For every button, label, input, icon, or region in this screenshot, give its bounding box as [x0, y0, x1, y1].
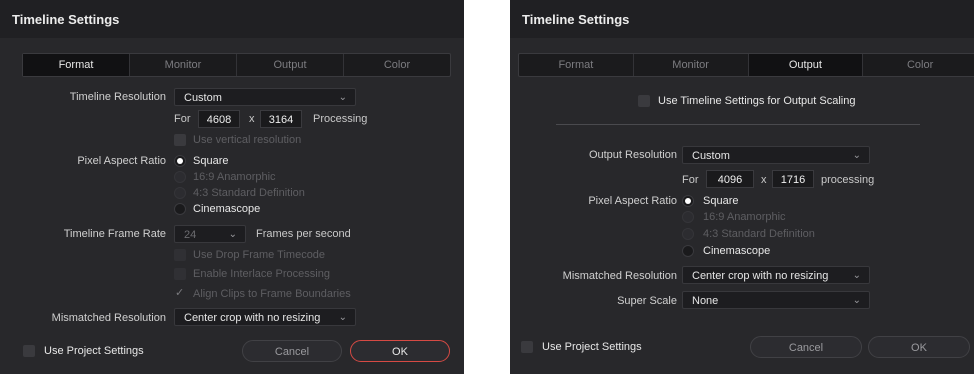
chevron-down-icon: ⌄ — [338, 92, 347, 103]
pixel-aspect-label: Pixel Aspect Ratio — [77, 155, 166, 167]
square-radio[interactable] — [174, 155, 186, 167]
timeline-settings-dialog-format: Timeline Settings Format Monitor Output … — [0, 0, 464, 374]
cancel-button[interactable]: Cancel — [242, 340, 342, 362]
mismatched-resolution-select[interactable]: Center crop with no resizing ⌄ — [682, 266, 870, 284]
times-label: x — [761, 174, 767, 186]
chevron-down-icon: ⌄ — [852, 295, 861, 306]
standard-definition-label: 4:3 Standard Definition — [703, 228, 815, 240]
use-project-settings-label: Use Project Settings — [542, 341, 642, 353]
times-label: x — [249, 113, 255, 125]
output-resolution-label: Output Resolution — [588, 149, 677, 161]
use-project-settings-label: Use Project Settings — [44, 345, 144, 357]
chevron-down-icon: ⌄ — [338, 312, 347, 323]
use-project-settings-checkbox[interactable] — [521, 341, 533, 353]
tab-color[interactable]: Color — [343, 54, 450, 76]
tab-output[interactable]: Output — [236, 54, 343, 76]
anamorphic-radio[interactable] — [682, 211, 694, 223]
tab-monitor[interactable]: Monitor — [129, 54, 236, 76]
tab-monitor[interactable]: Monitor — [632, 54, 748, 76]
processing-label: processing — [821, 174, 875, 186]
height-input[interactable]: 3164 — [260, 110, 302, 128]
cinemascope-label: Cinemascope — [703, 245, 771, 257]
timeline-resolution-label: Timeline Resolution — [69, 91, 166, 103]
pixel-aspect-label: Pixel Aspect Ratio — [588, 195, 677, 207]
cinemascope-radio[interactable] — [682, 245, 694, 257]
width-input[interactable]: 4608 — [198, 110, 240, 128]
tab-output[interactable]: Output — [747, 54, 863, 76]
square-label: Square — [193, 155, 229, 167]
drop-frame-checkbox[interactable] — [174, 249, 186, 261]
height-input[interactable]: 1716 — [772, 170, 814, 188]
use-project-settings-checkbox[interactable] — [23, 345, 35, 357]
cinemascope-label: Cinemascope — [193, 203, 261, 215]
use-timeline-settings-checkbox[interactable] — [638, 95, 650, 107]
standard-definition-radio[interactable] — [174, 187, 186, 199]
tab-color[interactable]: Color — [862, 54, 974, 76]
frame-rate-select[interactable]: 24 ⌄ — [174, 225, 246, 243]
chevron-down-icon: ⌄ — [228, 229, 237, 240]
settings-tabs: Format Monitor Output Color — [22, 53, 451, 77]
cancel-button[interactable]: Cancel — [750, 336, 862, 358]
anamorphic-label: 16:9 Anamorphic — [193, 171, 276, 183]
use-timeline-settings-label: Use Timeline Settings for Output Scaling — [658, 95, 856, 107]
dialog-titlebar: Timeline Settings — [510, 0, 974, 38]
ok-button[interactable]: OK — [350, 340, 450, 362]
dialog-title: Timeline Settings — [12, 12, 120, 27]
vertical-resolution-checkbox[interactable] — [174, 134, 186, 146]
align-clips-label: Align Clips to Frame Boundaries — [193, 288, 351, 300]
drop-frame-label: Use Drop Frame Timecode — [193, 249, 326, 261]
chevron-down-icon: ⌄ — [852, 150, 861, 161]
output-resolution-select[interactable]: Custom ⌄ — [682, 146, 870, 164]
processing-label: Processing — [313, 113, 368, 125]
mismatched-resolution-label: Mismatched Resolution — [562, 270, 677, 282]
vertical-resolution-label: Use vertical resolution — [193, 134, 302, 146]
output-resolution-value: Custom — [692, 150, 730, 162]
timeline-settings-dialog-output: Timeline Settings Format Monitor Output … — [510, 0, 974, 374]
timeline-resolution-select[interactable]: Custom ⌄ — [174, 88, 356, 106]
anamorphic-radio[interactable] — [174, 171, 186, 183]
frame-rate-value: 24 — [184, 229, 197, 241]
dialog-titlebar: Timeline Settings — [0, 0, 464, 38]
ok-button[interactable]: OK — [868, 336, 970, 358]
mismatched-resolution-label: Mismatched Resolution — [51, 312, 166, 324]
standard-definition-radio[interactable] — [682, 228, 694, 240]
square-radio[interactable] — [682, 195, 694, 207]
settings-tabs: Format Monitor Output Color — [518, 53, 974, 77]
mismatched-resolution-value: Center crop with no resizing — [184, 312, 321, 324]
super-scale-value: None — [692, 295, 719, 307]
super-scale-select[interactable]: None ⌄ — [682, 291, 870, 309]
dialog-title: Timeline Settings — [522, 12, 630, 27]
frame-rate-unit: Frames per second — [256, 228, 351, 240]
width-input[interactable]: 4096 — [706, 170, 754, 188]
frame-rate-label: Timeline Frame Rate — [63, 228, 166, 240]
interlace-label: Enable Interlace Processing — [193, 268, 330, 280]
for-label: For — [682, 174, 699, 186]
checkmark-icon[interactable]: ✓ — [175, 286, 184, 299]
interlace-checkbox[interactable] — [174, 268, 186, 280]
section-divider — [556, 124, 920, 125]
square-label: Square — [703, 195, 739, 207]
anamorphic-label: 16:9 Anamorphic — [703, 211, 786, 223]
timeline-resolution-value: Custom — [184, 92, 222, 104]
chevron-down-icon: ⌄ — [852, 270, 861, 281]
super-scale-label: Super Scale — [617, 295, 677, 307]
for-label: For — [174, 113, 191, 125]
tab-format[interactable]: Format — [23, 54, 129, 76]
standard-definition-label: 4:3 Standard Definition — [193, 187, 305, 199]
cinemascope-radio[interactable] — [174, 203, 186, 215]
mismatched-resolution-select[interactable]: Center crop with no resizing ⌄ — [174, 308, 356, 326]
tab-format[interactable]: Format — [519, 54, 633, 76]
mismatched-resolution-value: Center crop with no resizing — [692, 270, 829, 282]
